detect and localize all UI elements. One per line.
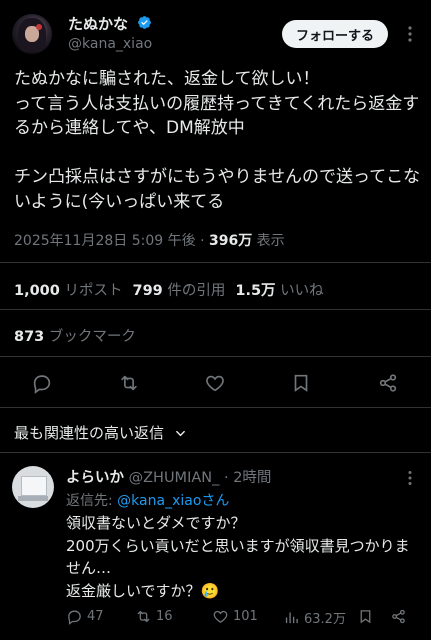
likes-label: いいね [280, 283, 324, 299]
reply-to-line: 返信先: @kana_xiaoさん [66, 490, 229, 510]
reply-share-button[interactable] [390, 608, 407, 625]
reply-replies-count: 47 [87, 609, 104, 624]
replies-sort-dropdown[interactable]: 最も関連性の高い返信 [14, 422, 186, 443]
reply-views-button[interactable]: 63.2万 [283, 608, 346, 627]
repost-icon[interactable] [118, 372, 140, 394]
bookmarks-label: ブックマーク [48, 329, 136, 345]
tweet-timestamp[interactable]: 2025年11月28日 5:09 午後 [14, 233, 196, 249]
reply-header: よらいか @ZHUMIAN_ · 2時間 [66, 466, 271, 487]
follow-button[interactable]: フォローする [282, 20, 388, 48]
reply-reposts-count: 16 [156, 609, 173, 624]
divider [0, 356, 431, 357]
reply-to-handle[interactable]: @kana_xiaoさん [117, 493, 229, 509]
reply-action-bar: 47 16 101 63.2万 [66, 608, 420, 632]
views-chart-icon [285, 612, 298, 624]
view-count: 396万 [208, 233, 253, 249]
reply-icon [68, 610, 81, 625]
divider [0, 309, 431, 310]
divider [0, 407, 431, 408]
author-handle[interactable]: @kana_xiao [68, 36, 152, 52]
bookmark-icon [360, 610, 371, 624]
author-name[interactable]: たぬかな [68, 13, 128, 34]
reply-author-name[interactable]: よらいか [66, 470, 124, 486]
tweet-action-bar [0, 366, 431, 400]
share-icon[interactable] [377, 372, 399, 394]
tweet-meta: 2025年11月28日 5:09 午後 · 396万 表示 [14, 230, 285, 250]
divider [0, 452, 431, 453]
replies-sort-label: 最も関連性の高い返信 [14, 424, 165, 442]
quotes-stat[interactable]: 799 件の引用 [132, 279, 225, 300]
likes-count: 1.5万 [235, 283, 276, 299]
reply-author-handle[interactable]: @ZHUMIAN_ [129, 470, 220, 486]
chevron-down-icon [175, 430, 185, 437]
divider [0, 262, 431, 263]
tweet-text: たぬかなに騙された、返金して欲しい！ って言う人は支払いの履歴持ってきてくれたら… [14, 69, 421, 212]
reply-text: 領収書ないとダメですか？ 200万くらい貢いだと思いますが領収書見つかりません…… [66, 514, 410, 600]
repost-icon [137, 610, 150, 623]
engagement-stats: 1,000 リポスト 799 件の引用 1.5万 いいね [14, 279, 324, 300]
reposts-count: 1,000 [14, 283, 60, 299]
view-label: 表示 [256, 233, 285, 249]
verified-badge-icon [138, 16, 151, 29]
author-avatar[interactable] [12, 14, 52, 54]
reply-bookmark-button[interactable] [357, 608, 374, 625]
reply-views-count: 63.2万 [304, 612, 346, 627]
likes-stat[interactable]: 1.5万 いいね [235, 279, 323, 300]
quotes-label: 件の引用 [167, 283, 226, 299]
reply-time[interactable]: · 2時間 [224, 470, 271, 486]
bookmark-icon[interactable] [290, 372, 312, 394]
share-icon [392, 609, 405, 624]
more-options-icon[interactable] [402, 24, 418, 44]
reply-like-button[interactable]: 101 [212, 608, 258, 625]
bookmarks-count: 873 [14, 329, 45, 345]
reply-to-label: 返信先: [66, 493, 113, 509]
quotes-count: 799 [132, 283, 163, 299]
reply-icon[interactable] [31, 372, 53, 394]
reposts-stat[interactable]: 1,000 リポスト [14, 279, 122, 300]
bookmarks-stat: 873 ブックマーク [14, 325, 136, 346]
reply-reply-button[interactable]: 47 [66, 608, 104, 625]
like-icon [213, 610, 228, 623]
meta-separator: · [200, 233, 205, 249]
reply-author-avatar[interactable] [12, 466, 54, 508]
reply-more-options-icon[interactable] [402, 469, 418, 487]
like-icon[interactable] [204, 372, 226, 394]
reply-likes-count: 101 [233, 609, 258, 624]
reposts-label: リポスト [64, 283, 123, 299]
reply-repost-button[interactable]: 16 [135, 608, 173, 625]
